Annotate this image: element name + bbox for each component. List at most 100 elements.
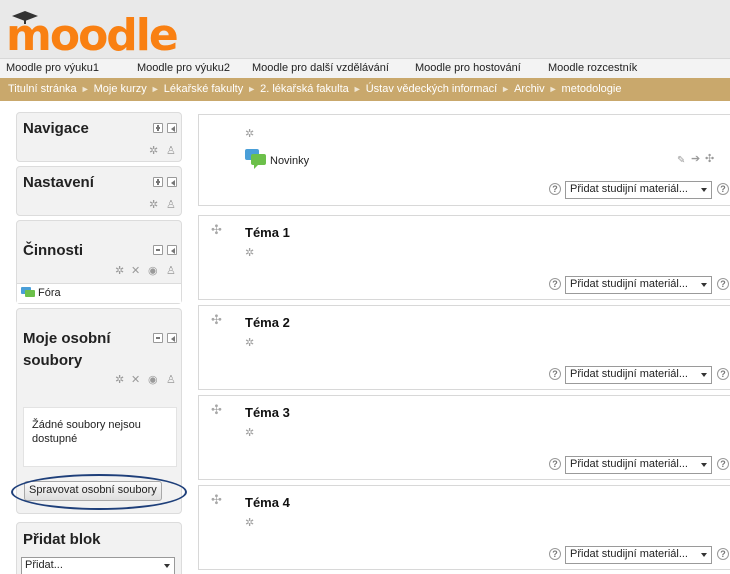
menu-item-hostovani[interactable]: Moodle pro hostování (415, 62, 521, 74)
section-topic-2: ✣ Téma 2 ✲ ? Přidat studijní materiál...… (198, 305, 730, 390)
add-resource-select[interactable]: Přidat studijní materiál... (565, 366, 712, 384)
separator-icon: ► (352, 84, 362, 94)
gear-icon[interactable]: ✲ (115, 266, 124, 277)
move-icon[interactable]: ✣ (211, 222, 222, 238)
help-icon[interactable]: ? (549, 368, 561, 380)
breadcrumb-archive[interactable]: Archiv (514, 83, 545, 95)
forum-icon (21, 287, 35, 297)
assign-roles-icon[interactable]: ♙ (166, 146, 176, 157)
select-value: Přidat studijní materiál... (570, 278, 688, 290)
delete-icon[interactable]: ✕ (131, 375, 140, 386)
section-title: Téma 3 (245, 405, 290, 420)
block-title: Navigace (23, 120, 89, 137)
separator-icon: ► (150, 84, 160, 94)
gear-icon[interactable]: ✲ (245, 246, 254, 259)
menu-item-rozcestnik[interactable]: Moodle rozcestník (548, 62, 637, 74)
gear-icon[interactable]: ✲ (245, 516, 254, 529)
help-icon[interactable]: ? (717, 458, 729, 470)
breadcrumb-institute[interactable]: Ústav vědeckých informací (366, 83, 497, 95)
expand-icon[interactable] (153, 177, 163, 187)
chevron-down-icon (701, 553, 707, 557)
dock-icon[interactable] (167, 245, 177, 255)
help-icon[interactable]: ? (717, 278, 729, 290)
custom-menu: Moodle pro výuku1 Moodle pro výuku2 Mood… (0, 58, 730, 78)
block-navigation: Navigace ✲ ♙ (16, 112, 182, 162)
breadcrumb-my-courses[interactable]: Moje kurzy (94, 83, 147, 95)
assign-roles-icon[interactable]: ♙ (166, 375, 176, 386)
dock-icon[interactable] (167, 177, 177, 187)
chevron-down-icon (164, 564, 170, 568)
separator-icon: ► (247, 84, 257, 94)
help-icon[interactable]: ? (717, 183, 729, 195)
select-value: Přidat studijní materiál... (570, 458, 688, 470)
dock-icon[interactable] (167, 123, 177, 133)
gear-icon[interactable]: ✲ (245, 336, 254, 349)
block-title: Nastavení (23, 174, 94, 191)
gear-icon[interactable]: ✲ (115, 375, 124, 386)
chevron-down-icon (701, 373, 707, 377)
help-icon[interactable]: ? (717, 368, 729, 380)
breadcrumb: Titulní stránka ► Moje kurzy ► Lékařské faku… (0, 78, 730, 101)
move-icon[interactable]: ✣ (211, 312, 222, 328)
hide-icon[interactable]: ◉ (148, 266, 158, 277)
breadcrumb-course[interactable]: metodologie (562, 83, 622, 95)
help-icon[interactable]: ? (549, 278, 561, 290)
page-header: moodle (0, 0, 730, 58)
gear-icon[interactable]: ✲ (149, 200, 158, 211)
move-icon[interactable]: ✣ (211, 492, 222, 508)
collapse-icon[interactable] (153, 333, 163, 343)
add-block-select[interactable]: Přidat... (21, 557, 175, 574)
select-value: Přidat studijní materiál... (570, 548, 688, 560)
block-add-block: Přidat blok Přidat... (16, 522, 182, 574)
help-icon[interactable]: ? (549, 458, 561, 470)
empty-files-message: Žádné soubory nejsou dostupné (32, 419, 141, 445)
help-icon[interactable]: ? (717, 548, 729, 560)
move-icon[interactable]: ✣ (705, 154, 714, 165)
separator-icon: ► (501, 84, 511, 94)
separator-icon: ► (548, 84, 558, 94)
chevron-down-icon (701, 463, 707, 467)
breadcrumb-faculties[interactable]: Lékařské fakulty (164, 83, 243, 95)
news-forum-link[interactable]: Novinky (270, 155, 309, 167)
gear-icon[interactable]: ✲ (245, 127, 254, 140)
gear-icon[interactable]: ✲ (245, 426, 254, 439)
block-title: Činnosti (23, 242, 83, 259)
select-value: Přidat studijní materiál... (570, 368, 688, 380)
breadcrumb-home[interactable]: Titulní stránka (8, 83, 77, 95)
move-icon[interactable]: ✣ (211, 402, 222, 418)
menu-item-vyuka1[interactable]: Moodle pro výuku1 (6, 62, 99, 74)
menu-item-dalsi-vzdelavani[interactable]: Moodle pro další vzdělávání (252, 62, 389, 74)
section-topic-4: ✣ Téma 4 ✲ ? Přidat studijní materiál...… (198, 485, 730, 570)
assign-roles-icon[interactable]: ♙ (166, 200, 176, 211)
add-resource-select[interactable]: Přidat studijní materiál... (565, 456, 712, 474)
help-icon[interactable]: ? (549, 548, 561, 560)
delete-icon[interactable]: ✕ (131, 266, 140, 277)
add-resource-select[interactable]: Přidat studijní materiál... (565, 181, 712, 199)
activity-link-forums[interactable]: Fóra (38, 287, 61, 299)
help-icon[interactable]: ? (549, 183, 561, 195)
hide-icon[interactable]: ◉ (148, 375, 158, 386)
section-general: ✲ Novinky ✎ ➔ ✣ ? Přidat studijní materi… (198, 114, 730, 206)
assign-roles-icon[interactable]: ♙ (166, 266, 176, 277)
block-title-line1: Moje osobní (23, 330, 111, 347)
add-resource-select[interactable]: Přidat studijní materiál... (565, 276, 712, 294)
activities-list: Fóra (17, 283, 181, 303)
gear-icon[interactable]: ✲ (149, 146, 158, 157)
move-right-icon[interactable]: ➔ (691, 154, 700, 165)
separator-icon: ► (80, 84, 90, 94)
highlight-circle (11, 474, 187, 510)
chevron-down-icon (701, 188, 707, 192)
block-settings: Nastavení ✲ ♙ (16, 166, 182, 216)
breadcrumb-faculty[interactable]: 2. lékařská fakulta (260, 83, 349, 95)
section-title: Téma 1 (245, 225, 290, 240)
add-resource-select[interactable]: Přidat studijní materiál... (565, 546, 712, 564)
dock-icon[interactable] (167, 333, 177, 343)
edit-pencil-icon[interactable]: ✎ (677, 155, 685, 166)
news-forum-icon (245, 149, 266, 169)
menu-item-vyuka2[interactable]: Moodle pro výuku2 (137, 62, 230, 74)
select-value: Přidat... (25, 559, 63, 571)
graduation-cap-icon (12, 11, 38, 24)
collapse-icon[interactable] (153, 245, 163, 255)
expand-icon[interactable] (153, 123, 163, 133)
chevron-down-icon (701, 283, 707, 287)
